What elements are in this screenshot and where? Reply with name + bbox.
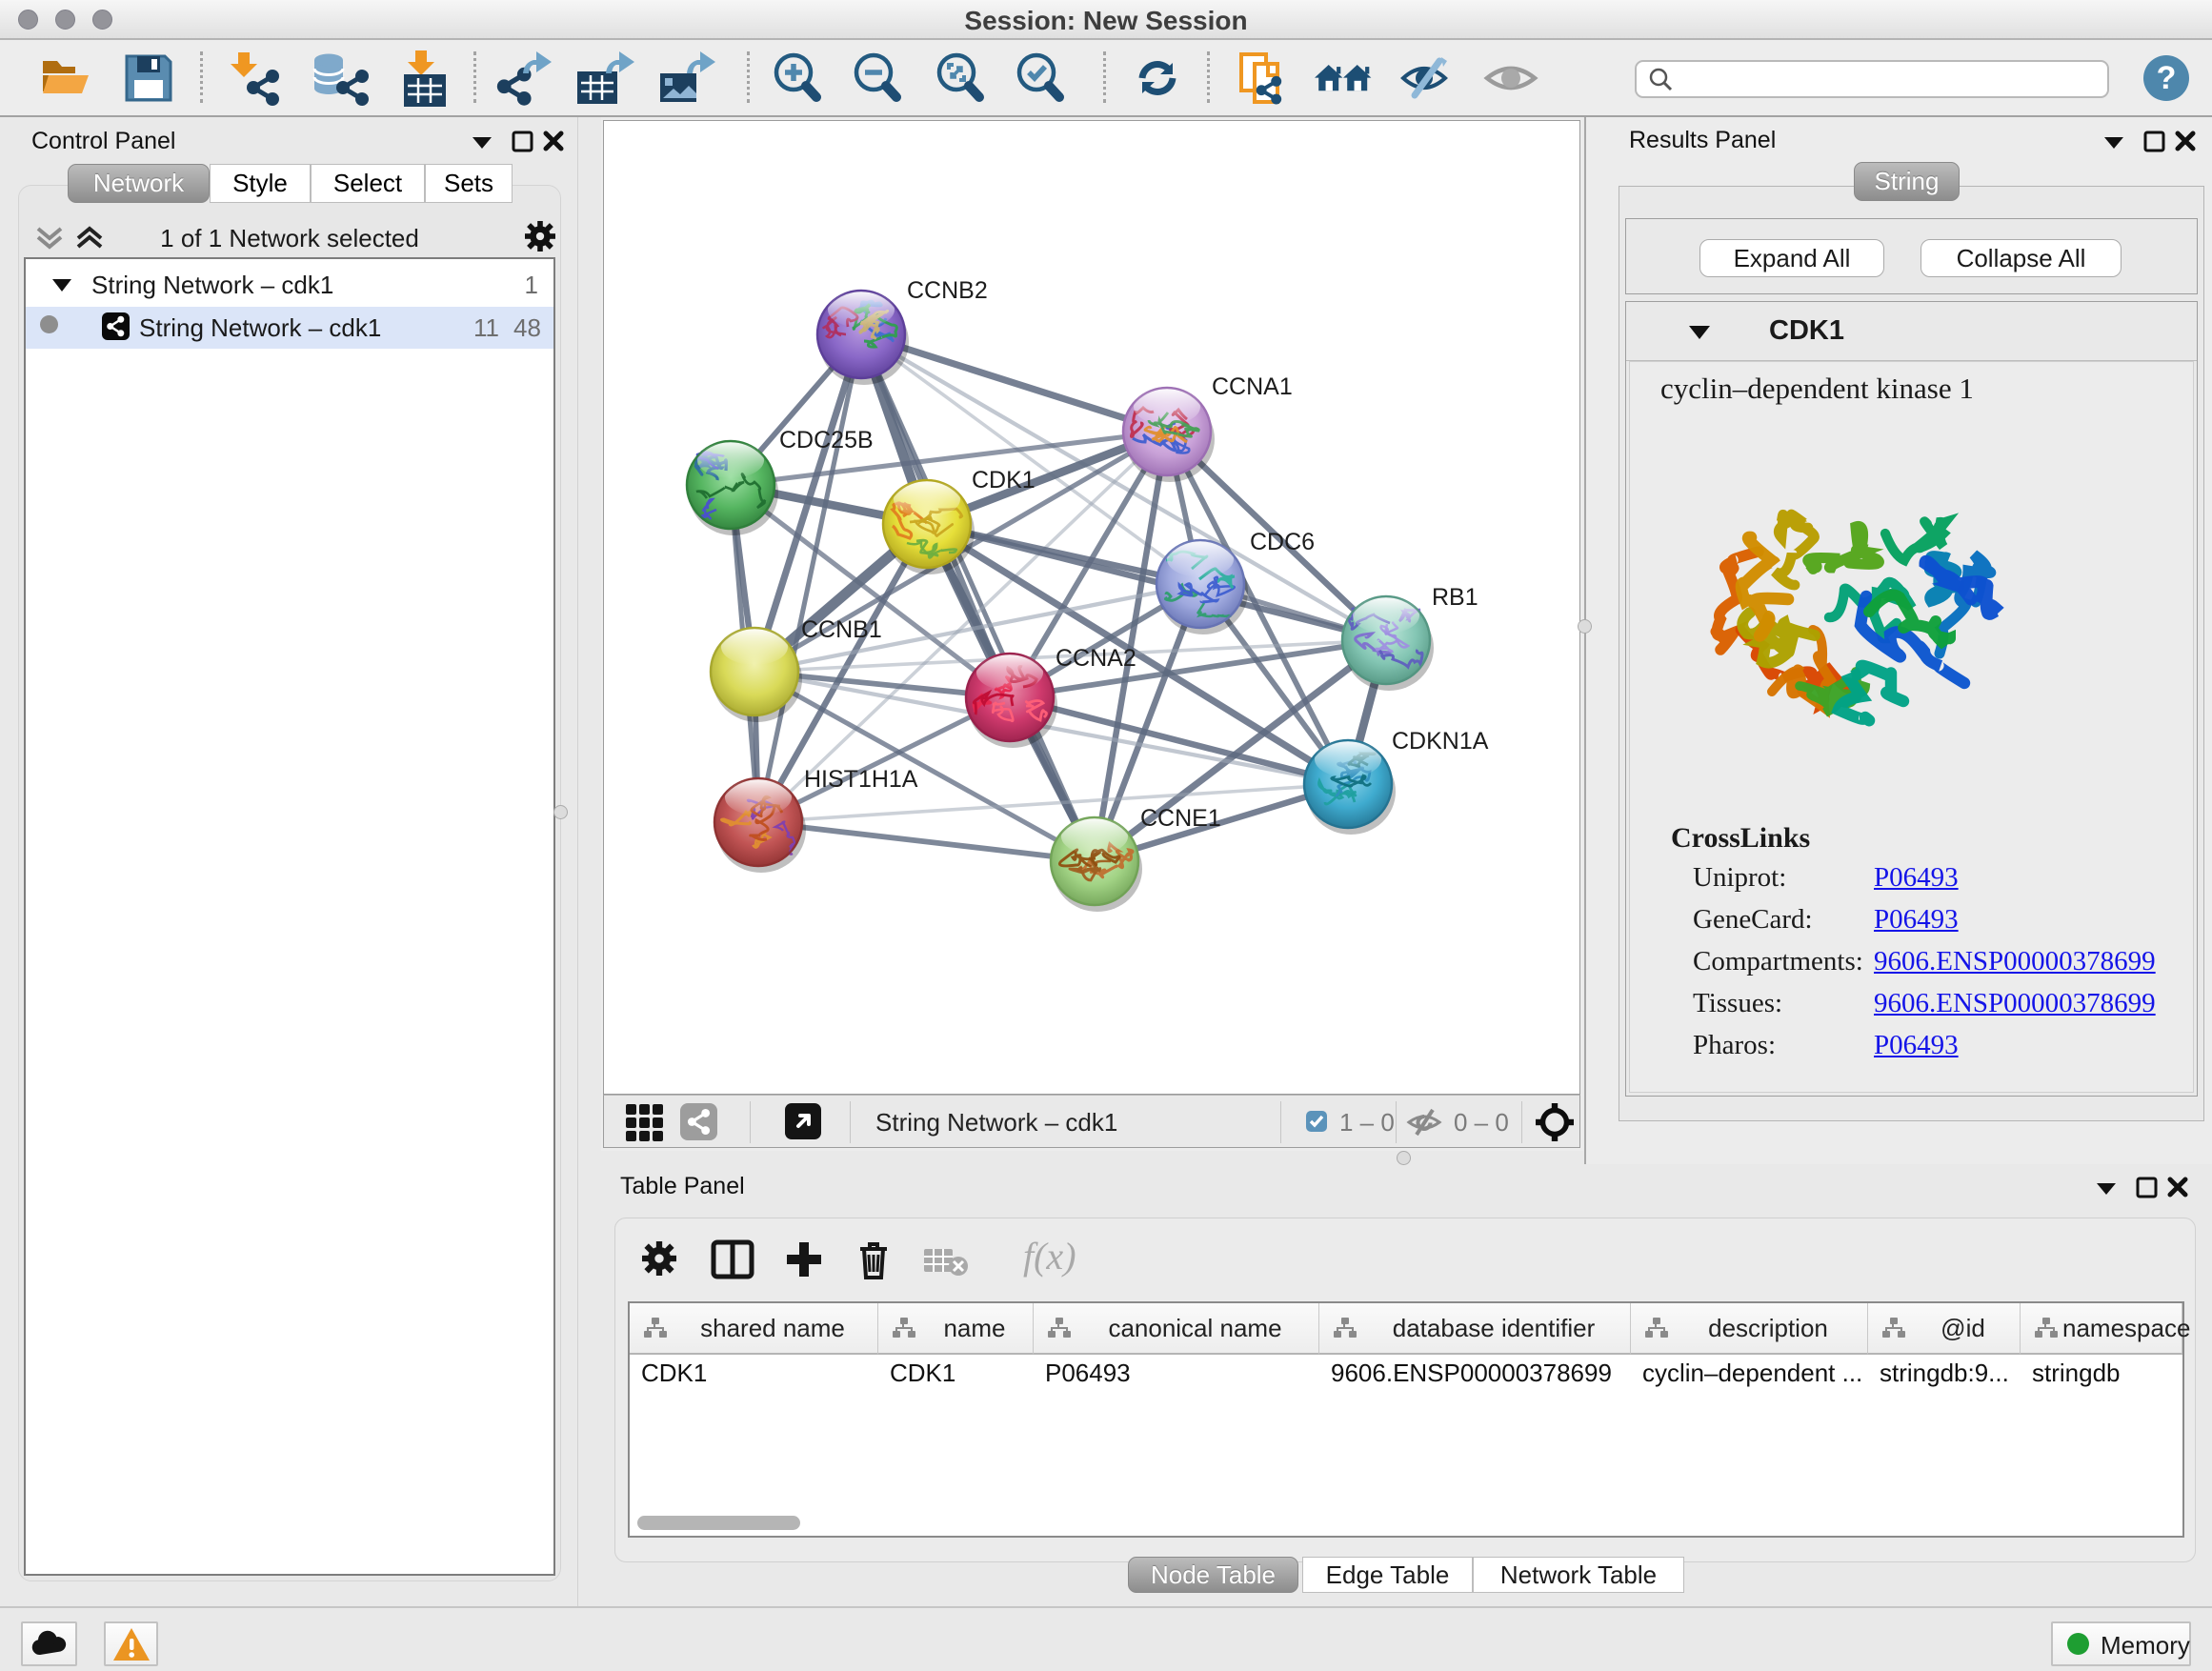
svg-text:HIST1H1A: HIST1H1A — [804, 766, 918, 793]
svg-text:RB1: RB1 — [1432, 584, 1478, 611]
svg-text:CDK1: CDK1 — [972, 467, 1036, 493]
svg-text:CCNA2: CCNA2 — [1056, 645, 1136, 672]
svg-text:CCNA1: CCNA1 — [1212, 373, 1293, 400]
svg-text:CDC25B: CDC25B — [779, 427, 874, 453]
svg-text:CCNE1: CCNE1 — [1140, 805, 1221, 832]
svg-text:CDKN1A: CDKN1A — [1392, 728, 1489, 755]
svg-text:?: ? — [2157, 60, 2177, 96]
svg-text:CCNB1: CCNB1 — [801, 616, 882, 643]
svg-text:CCNB2: CCNB2 — [907, 277, 988, 304]
svg-text:CDC6: CDC6 — [1250, 529, 1315, 555]
